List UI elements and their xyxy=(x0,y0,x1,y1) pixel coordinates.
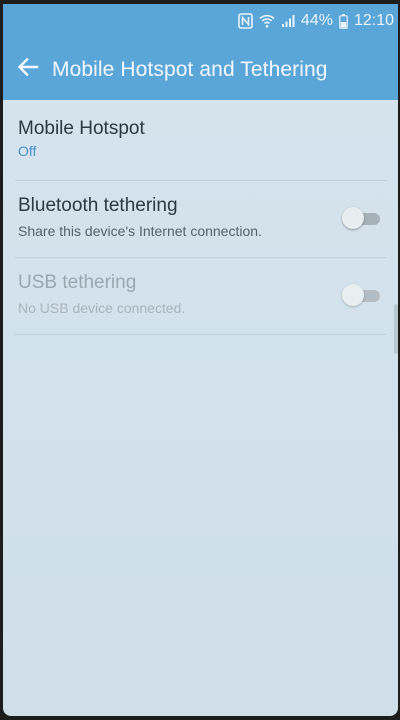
device-frame: 44% 12:10 Mobile Hotspot and Tethering M… xyxy=(0,0,400,720)
setting-title: Bluetooth tethering xyxy=(18,195,178,216)
setting-description: Share this device's Internet connection. xyxy=(18,223,262,239)
app-bar: Mobile Hotspot and Tethering xyxy=(3,40,398,100)
setting-usb-tethering: USB tethering No USB device connected. xyxy=(15,258,386,335)
wifi-icon xyxy=(259,13,275,29)
setting-mobile-hotspot[interactable]: Mobile Hotspot Off xyxy=(15,100,386,181)
back-button[interactable] xyxy=(11,52,45,86)
nfc-icon xyxy=(238,13,253,29)
settings-list: Mobile Hotspot Off Bluetooth tethering S… xyxy=(3,100,398,335)
status-icons: 44% 12:10 xyxy=(238,12,394,30)
setting-bluetooth-tethering[interactable]: Bluetooth tethering Share this device's … xyxy=(15,181,386,258)
usb-tethering-toggle xyxy=(342,284,382,306)
bluetooth-tethering-toggle[interactable] xyxy=(342,207,382,229)
arrow-left-icon xyxy=(17,57,39,82)
setting-description: No USB device connected. xyxy=(18,300,186,316)
setting-title: USB tethering xyxy=(18,272,137,293)
clock: 12:10 xyxy=(353,12,394,29)
status-bar: 44% 12:10 xyxy=(3,4,398,40)
toggle-thumb xyxy=(342,207,364,229)
setting-title: Mobile Hotspot xyxy=(18,118,145,139)
setting-status: Off xyxy=(18,143,37,159)
page-title: Mobile Hotspot and Tethering xyxy=(52,58,328,81)
toggle-thumb xyxy=(342,284,364,306)
screen: 44% 12:10 Mobile Hotspot and Tethering M… xyxy=(3,4,398,716)
screen-edge-highlight xyxy=(394,304,398,354)
signal-icon xyxy=(281,14,295,28)
battery-icon xyxy=(339,13,348,29)
battery-percentage: 44% xyxy=(300,12,333,29)
